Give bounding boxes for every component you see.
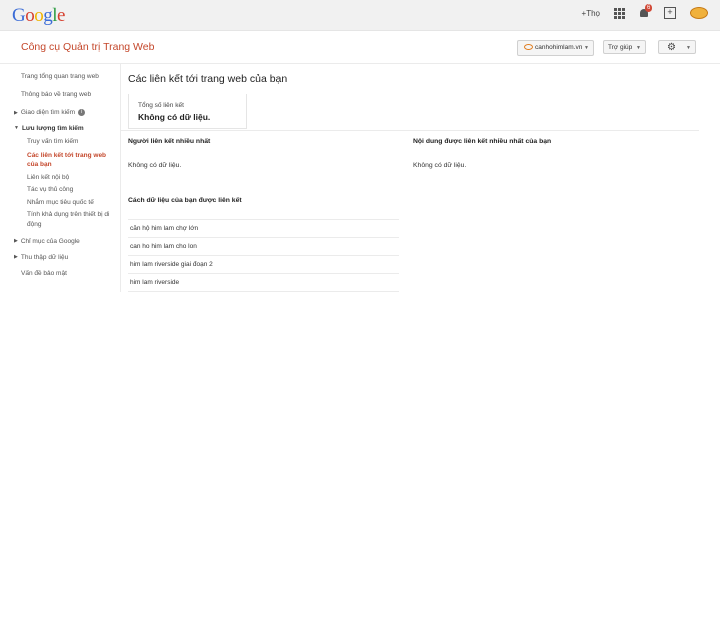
chevron-down-icon: ▼ bbox=[584, 45, 589, 51]
list-item: can ho him lam cho lon bbox=[128, 237, 399, 255]
top-linkers-heading: Người liên kết nhiều nhất bbox=[128, 138, 211, 145]
gear-icon: ⚙ bbox=[667, 42, 676, 53]
chevron-down-icon: ▼ bbox=[686, 45, 691, 51]
logo-letter: g bbox=[43, 5, 53, 26]
sidebar-item-security-issues[interactable]: Vấn đề bảo mật bbox=[21, 270, 67, 277]
expand-arrow-icon: ▶ bbox=[14, 109, 18, 116]
sidebar-item-search-appearance[interactable]: ▶ Giao diện tìm kiếm i bbox=[14, 109, 86, 117]
list-item: him lam riverside giai đoạn 2 bbox=[128, 255, 399, 273]
sidebar-item-messages[interactable]: Thông báo về trang web bbox=[21, 91, 91, 98]
avatar[interactable] bbox=[690, 7, 708, 19]
sidebar-item-dashboard[interactable]: Trang tổng quan trang web bbox=[21, 73, 99, 80]
sidebar-item-internal-links[interactable]: Liên kết nội bộ bbox=[27, 174, 69, 181]
anchor-text-list: căn hộ him lam chợ lớn can ho him lam ch… bbox=[128, 219, 399, 292]
total-links-label: Tổng số liên kết bbox=[138, 102, 184, 109]
anchors-heading: Cách dữ liệu của bạn được liên kết bbox=[128, 197, 242, 204]
chevron-down-icon: ▼ bbox=[636, 45, 641, 51]
sidebar-item-label: Thu thập dữ liệu bbox=[20, 254, 69, 261]
notification-count-badge: 6 bbox=[645, 3, 653, 12]
list-item: him lam riverside bbox=[128, 273, 399, 292]
collapse-arrow-icon: ▼ bbox=[14, 125, 19, 132]
total-links-card: Tổng số liên kết Không có dữ liệu. bbox=[128, 94, 247, 129]
apps-grid-icon[interactable] bbox=[614, 7, 625, 19]
app-header: Công cụ Quản trị Trang Web canhohimlam.v… bbox=[0, 31, 720, 64]
sidebar-item-search-traffic[interactable]: ▼ Lưu lượng tìm kiếm bbox=[14, 125, 84, 132]
sidebar-item-search-queries[interactable]: Truy vấn tìm kiếm bbox=[27, 138, 78, 145]
site-favicon-icon bbox=[524, 44, 533, 51]
site-selector-label: canhohimlam.vn bbox=[535, 44, 583, 51]
logo-letter: o bbox=[25, 5, 35, 26]
app-title[interactable]: Công cụ Quản trị Trang Web bbox=[21, 41, 154, 53]
sidebar-item-international-targeting[interactable]: Nhắm mục tiêu quốc tế bbox=[27, 199, 94, 206]
sidebar-item-links-to-site[interactable]: Các liên kết tới trang web của bạn bbox=[27, 151, 119, 169]
site-selector-dropdown[interactable]: canhohimlam.vn ▼ bbox=[517, 40, 594, 56]
plus-profile-link[interactable]: +Thọ bbox=[582, 9, 600, 18]
expand-arrow-icon: ▶ bbox=[14, 254, 18, 261]
logo-letter: o bbox=[34, 5, 44, 26]
sidebar-item-label: Chỉ mục của Google bbox=[20, 238, 80, 245]
list-item: căn hộ him lam chợ lớn bbox=[128, 219, 399, 237]
top-content-heading: Nội dung được liên kết nhiều nhất của bạ… bbox=[413, 138, 552, 145]
settings-dropdown[interactable]: ⚙ ▼ bbox=[658, 40, 696, 54]
page-title: Các liên kết tới trang web của bạn bbox=[128, 73, 288, 85]
sidebar-nav: Trang tổng quan trang web Thông báo về t… bbox=[0, 64, 121, 292]
sidebar-item-mobile-usability[interactable]: Tính khả dụng trên thiết bị di động bbox=[27, 210, 119, 230]
sidebar-item-google-index[interactable]: ▶ Chỉ mục của Google bbox=[14, 238, 80, 245]
top-linkers-empty: Không có dữ liệu. bbox=[128, 162, 182, 169]
sidebar-item-label: Giao diện tìm kiếm bbox=[20, 109, 76, 117]
help-label: Trợ giúp bbox=[608, 44, 633, 51]
sidebar-item-manual-actions[interactable]: Tác vụ thủ công bbox=[27, 186, 73, 193]
sidebar-item-crawl[interactable]: ▶ Thu thập dữ liệu bbox=[14, 254, 68, 261]
share-plus-icon[interactable]: + bbox=[664, 7, 676, 19]
info-icon[interactable]: i bbox=[78, 109, 86, 116]
notifications-bell-icon[interactable]: 6 bbox=[639, 3, 653, 19]
logo-letter: G bbox=[12, 5, 26, 26]
expand-arrow-icon: ▶ bbox=[14, 238, 18, 245]
total-links-value: Không có dữ liệu. bbox=[138, 112, 211, 122]
help-dropdown[interactable]: Trợ giúp ▼ bbox=[603, 40, 646, 54]
divider bbox=[121, 130, 699, 131]
sidebar-item-label: Lưu lượng tìm kiếm bbox=[21, 125, 84, 132]
top-content-empty: Không có dữ liệu. bbox=[413, 162, 467, 169]
logo-letter: e bbox=[57, 5, 65, 26]
top-bar: Google +Thọ 6 + bbox=[0, 0, 720, 31]
google-logo[interactable]: Google bbox=[12, 5, 65, 27]
